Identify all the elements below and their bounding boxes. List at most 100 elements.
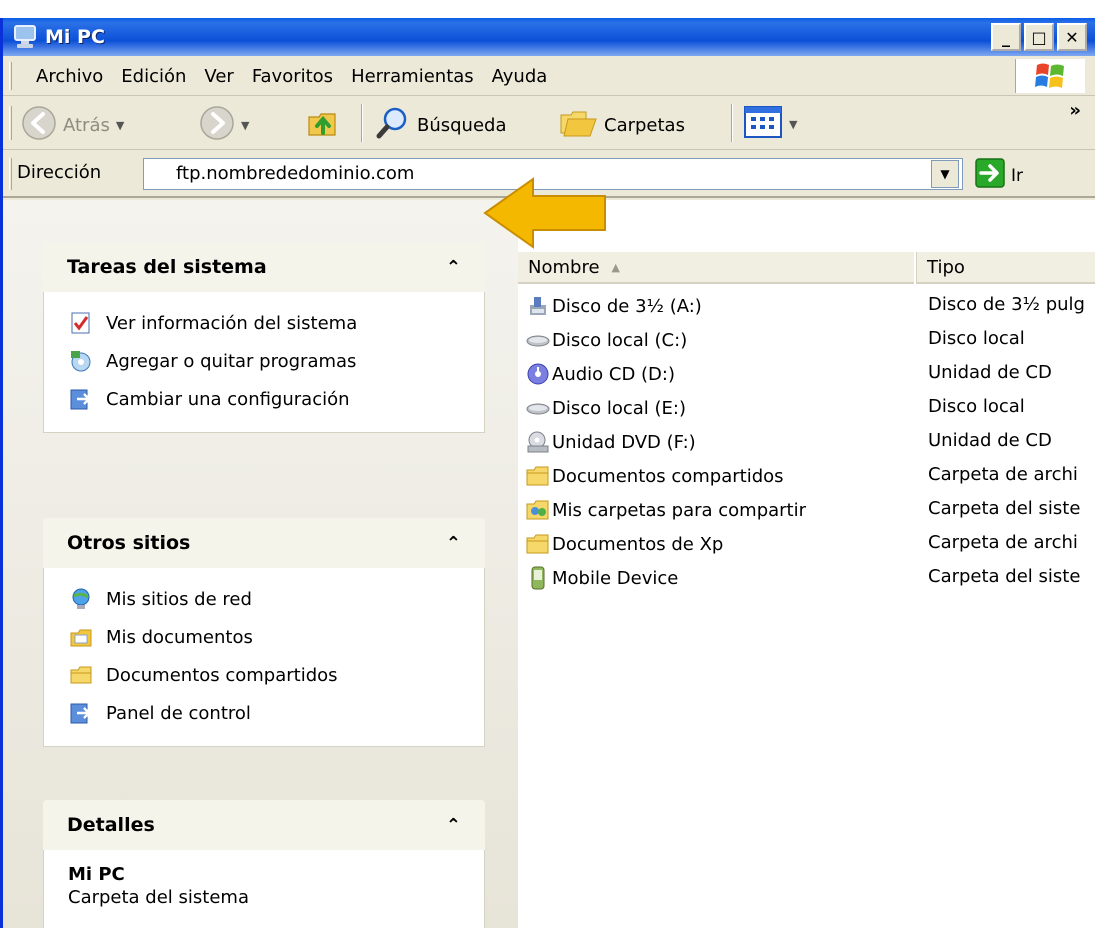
place-label: Documentos compartidos: [106, 664, 338, 686]
mobile-device-icon: [526, 566, 550, 590]
list-item-name: Documentos de Xp: [552, 533, 724, 555]
details-name: Mi PC: [68, 864, 125, 885]
shared-folder-icon: [526, 498, 550, 522]
address-grip[interactable]: [9, 158, 12, 190]
search-icon: [375, 105, 411, 146]
address-value[interactable]: ftp.nombrededominio.com: [176, 163, 414, 184]
column-type-label: Tipo: [927, 256, 965, 278]
task-change-setting[interactable]: Cambiar una configuración: [68, 380, 484, 418]
toolbar-chevron-icon[interactable]: »: [1069, 100, 1081, 121]
list-item-name-cell[interactable]: Audio CD (D:): [526, 362, 675, 386]
list-item-name-cell[interactable]: Disco local (C:): [526, 328, 687, 352]
list-item[interactable]: Disco de 3½ (A:) Disco de 3½ pulg: [518, 288, 1095, 322]
menu-herramientas[interactable]: Herramientas: [342, 66, 483, 87]
toolbar-grip[interactable]: [9, 106, 12, 140]
list-item[interactable]: Mis carpetas para compartir Carpeta del s…: [518, 492, 1095, 526]
details-header[interactable]: Detalles ⌃: [43, 800, 485, 850]
back-dropdown-icon[interactable]: ▼: [116, 119, 124, 132]
back-arrow-icon: [21, 105, 57, 146]
minimize-button[interactable]: _: [991, 23, 1021, 51]
list-item-name-cell[interactable]: Disco de 3½ (A:): [526, 294, 702, 318]
forward-dropdown-icon[interactable]: ▼: [241, 119, 249, 132]
network-places-icon: [68, 586, 94, 612]
folders-button[interactable]: Carpetas: [558, 105, 685, 146]
menu-ver[interactable]: Ver: [195, 66, 242, 87]
toolbar-separator: [731, 104, 733, 142]
folders-icon: [558, 105, 598, 146]
dvd-drive-icon: [526, 430, 550, 454]
menu-favoritos[interactable]: Favoritos: [243, 66, 342, 87]
list-item-name: Disco de 3½ (A:): [552, 295, 702, 317]
task-view-system-info[interactable]: Ver información del sistema: [68, 304, 484, 342]
panel-title: Detalles: [67, 814, 155, 836]
place-my-documents[interactable]: Mis documentos: [68, 618, 484, 656]
collapse-icon[interactable]: ⌃: [446, 815, 461, 836]
my-documents-icon: [68, 624, 94, 650]
list-item-type: Carpeta de archi: [928, 464, 1078, 485]
address-label: Dirección: [17, 162, 102, 183]
up-folder-icon: [305, 105, 341, 146]
go-label: Ir: [1011, 165, 1024, 186]
list-item[interactable]: Unidad DVD (F:) Unidad de CD: [518, 424, 1095, 458]
list-item[interactable]: Audio CD (D:) Unidad de CD: [518, 356, 1095, 390]
place-label: Mis sitios de red: [106, 588, 252, 610]
back-button[interactable]: Atrás ▼: [21, 105, 124, 146]
file-list: Nombre ▲ Tipo Disco de 3½ (A:) Disco de 3…: [518, 200, 1095, 928]
folders-label: Carpetas: [604, 115, 685, 136]
sort-ascending-icon: ▲: [611, 260, 620, 274]
list-item-name-cell[interactable]: Disco local (E:): [526, 396, 686, 420]
task-add-remove-programs[interactable]: Agregar o quitar programas: [68, 342, 484, 380]
list-item-name-cell[interactable]: Mobile Device: [526, 566, 678, 590]
go-button[interactable]: Ir: [975, 158, 1023, 193]
back-label: Atrás: [63, 115, 110, 136]
panel-title: Tareas del sistema: [67, 256, 267, 278]
folder-icon: [68, 662, 94, 688]
list-item-name-cell[interactable]: Mis carpetas para compartir: [526, 498, 806, 522]
column-header-name[interactable]: Nombre ▲: [518, 252, 914, 284]
menu-bar: Archivo Edición Ver Favoritos Herramient…: [3, 56, 1095, 96]
place-shared-documents[interactable]: Documentos compartidos: [68, 656, 484, 694]
hard-drive-icon: [526, 328, 550, 352]
collapse-icon[interactable]: ⌃: [446, 533, 461, 554]
panel-title: Otros sitios: [67, 532, 191, 554]
list-item[interactable]: Disco local (C:) Disco local: [518, 322, 1095, 356]
other-places-header[interactable]: Otros sitios ⌃: [43, 518, 485, 568]
place-network[interactable]: Mis sitios de red: [68, 580, 484, 618]
column-name-label: Nombre: [528, 256, 600, 278]
list-item[interactable]: Documentos de Xp Carpeta de archi: [518, 526, 1095, 560]
list-item-name: Documentos compartidos: [552, 465, 784, 487]
views-dropdown-icon[interactable]: ▼: [789, 118, 797, 131]
details-description: Carpeta del sistema: [68, 887, 249, 908]
menu-ayuda[interactable]: Ayuda: [483, 66, 557, 87]
list-item-name-cell[interactable]: Unidad DVD (F:): [526, 430, 696, 454]
address-dropdown-button[interactable]: ▼: [931, 160, 959, 188]
list-item-name: Unidad DVD (F:): [552, 431, 696, 453]
control-panel-icon: [68, 700, 94, 726]
title-bar[interactable]: Mi PC _ □ ✕: [3, 18, 1095, 56]
list-item-name-cell[interactable]: Documentos de Xp: [526, 532, 723, 556]
menu-edicion[interactable]: Edición: [112, 66, 195, 87]
list-item[interactable]: Documentos compartidos Carpeta de archi: [518, 458, 1095, 492]
search-button[interactable]: Búsqueda: [375, 105, 507, 146]
column-header-type[interactable]: Tipo: [916, 252, 1095, 284]
up-folder-button[interactable]: [305, 105, 341, 146]
forward-button[interactable]: ▼: [199, 105, 249, 146]
list-item-type: Disco de 3½ pulg: [928, 294, 1085, 315]
close-button[interactable]: ✕: [1057, 23, 1087, 51]
place-label: Mis documentos: [106, 626, 253, 648]
list-item-type: Disco local: [928, 396, 1025, 417]
place-label: Panel de control: [106, 702, 251, 724]
system-tasks-header[interactable]: Tareas del sistema ⌃: [43, 242, 485, 292]
menu-grip[interactable]: [9, 62, 12, 90]
list-item-name-cell[interactable]: Documentos compartidos: [526, 464, 784, 488]
list-item-name: Disco local (E:): [552, 397, 687, 419]
list-item-type: Carpeta del siste: [928, 498, 1081, 519]
place-control-panel[interactable]: Panel de control: [68, 694, 484, 732]
list-item[interactable]: Disco local (E:) Disco local: [518, 390, 1095, 424]
toolbar-separator: [361, 104, 363, 142]
collapse-icon[interactable]: ⌃: [446, 257, 461, 278]
menu-archivo[interactable]: Archivo: [27, 66, 112, 87]
views-button[interactable]: ▼: [743, 105, 797, 144]
list-item[interactable]: Mobile Device Carpeta del siste: [518, 560, 1095, 594]
maximize-button[interactable]: □: [1024, 23, 1054, 51]
